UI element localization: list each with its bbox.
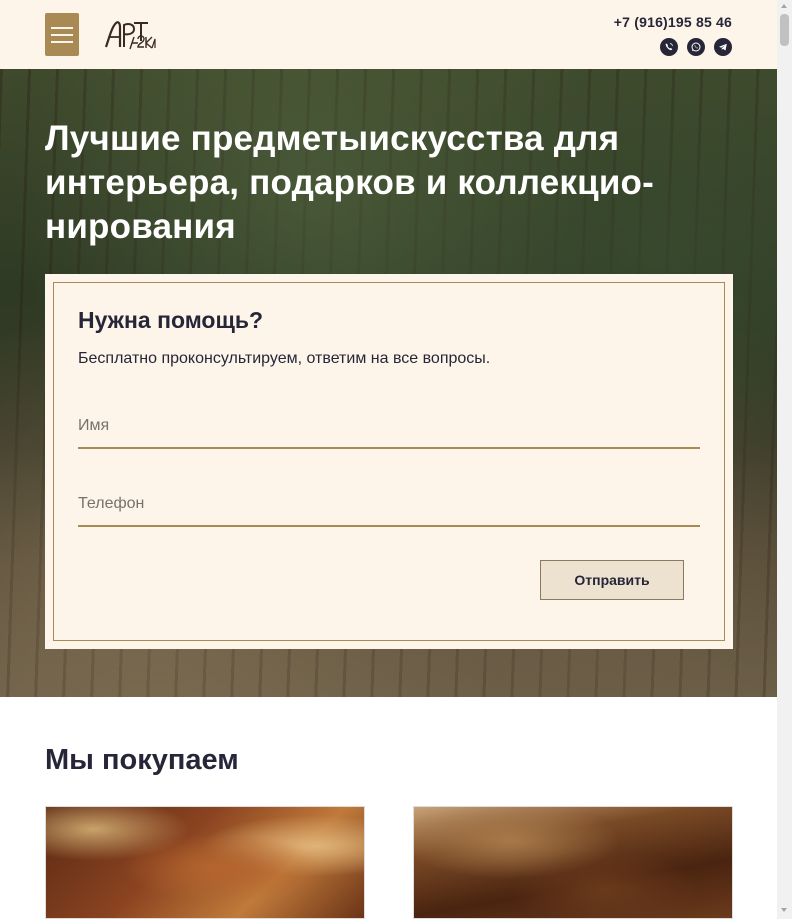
menu-burger-button[interactable]	[45, 13, 79, 56]
form-title: Нужна помощь?	[78, 307, 264, 333]
phone-input[interactable]	[78, 483, 700, 527]
site-header: +7 (916)195 85 46	[0, 0, 777, 69]
section-title: Мы покупаем	[45, 744, 239, 776]
site-logo[interactable]	[104, 17, 156, 53]
submit-button[interactable]: Отправить	[540, 560, 684, 600]
header-phone-link[interactable]: +7 (916)195 85 46	[614, 14, 732, 30]
category-card-image[interactable]	[413, 806, 733, 919]
menu-bar	[51, 27, 73, 29]
viber-icon[interactable]	[660, 38, 678, 56]
consultation-form-card: Нужна помощь? Бесплатно проконсультируем…	[45, 274, 733, 649]
page-scrollbar[interactable]	[777, 0, 792, 919]
menu-bar	[51, 34, 73, 36]
hero-section: Лучшие предметыискусства для интерьера, …	[0, 69, 777, 697]
page: +7 (916)195 85 46 Лучшие предметыискусст…	[0, 0, 777, 919]
messenger-links	[660, 38, 732, 56]
whatsapp-icon[interactable]	[687, 38, 705, 56]
menu-bar	[51, 41, 73, 43]
scroll-down-arrow-icon[interactable]	[781, 908, 787, 912]
name-input[interactable]	[78, 405, 700, 449]
form-subtitle: Бесплатно проконсультируем, ответим на в…	[78, 350, 491, 367]
telegram-icon[interactable]	[714, 38, 732, 56]
logo-icon	[104, 21, 156, 50]
scroll-thumb[interactable]	[780, 14, 789, 46]
hero-title: Лучшие предметыискусства для интерьера, …	[45, 119, 654, 246]
scroll-up-arrow-icon[interactable]	[781, 4, 787, 8]
consultation-form: Нужна помощь? Бесплатно проконсультируем…	[53, 282, 725, 641]
category-card-image[interactable]	[45, 806, 365, 919]
